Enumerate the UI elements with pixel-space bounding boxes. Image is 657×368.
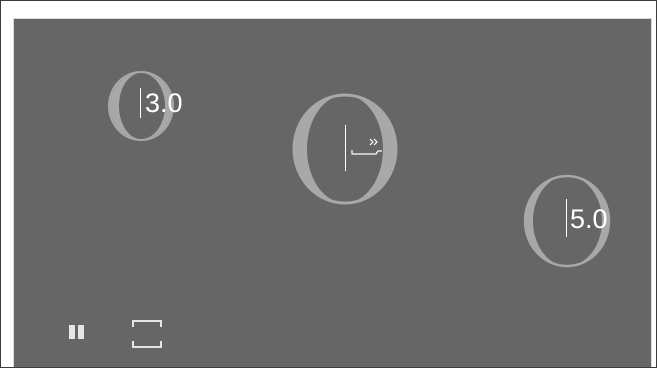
pause-icon[interactable] bbox=[68, 324, 86, 340]
skip-forward-arrow-icon bbox=[351, 138, 382, 155]
canvas-area: 3.0 5.0 bbox=[13, 18, 652, 368]
knob-center-cursor bbox=[345, 125, 346, 171]
knob-left-value: 3.0 bbox=[145, 88, 183, 118]
knob-right-cursor bbox=[566, 199, 567, 237]
fullscreen-icon[interactable] bbox=[132, 320, 162, 348]
app-frame: 3.0 5.0 bbox=[0, 0, 657, 368]
knob-right-value: 5.0 bbox=[570, 204, 608, 234]
knob-left-cursor bbox=[140, 88, 141, 118]
